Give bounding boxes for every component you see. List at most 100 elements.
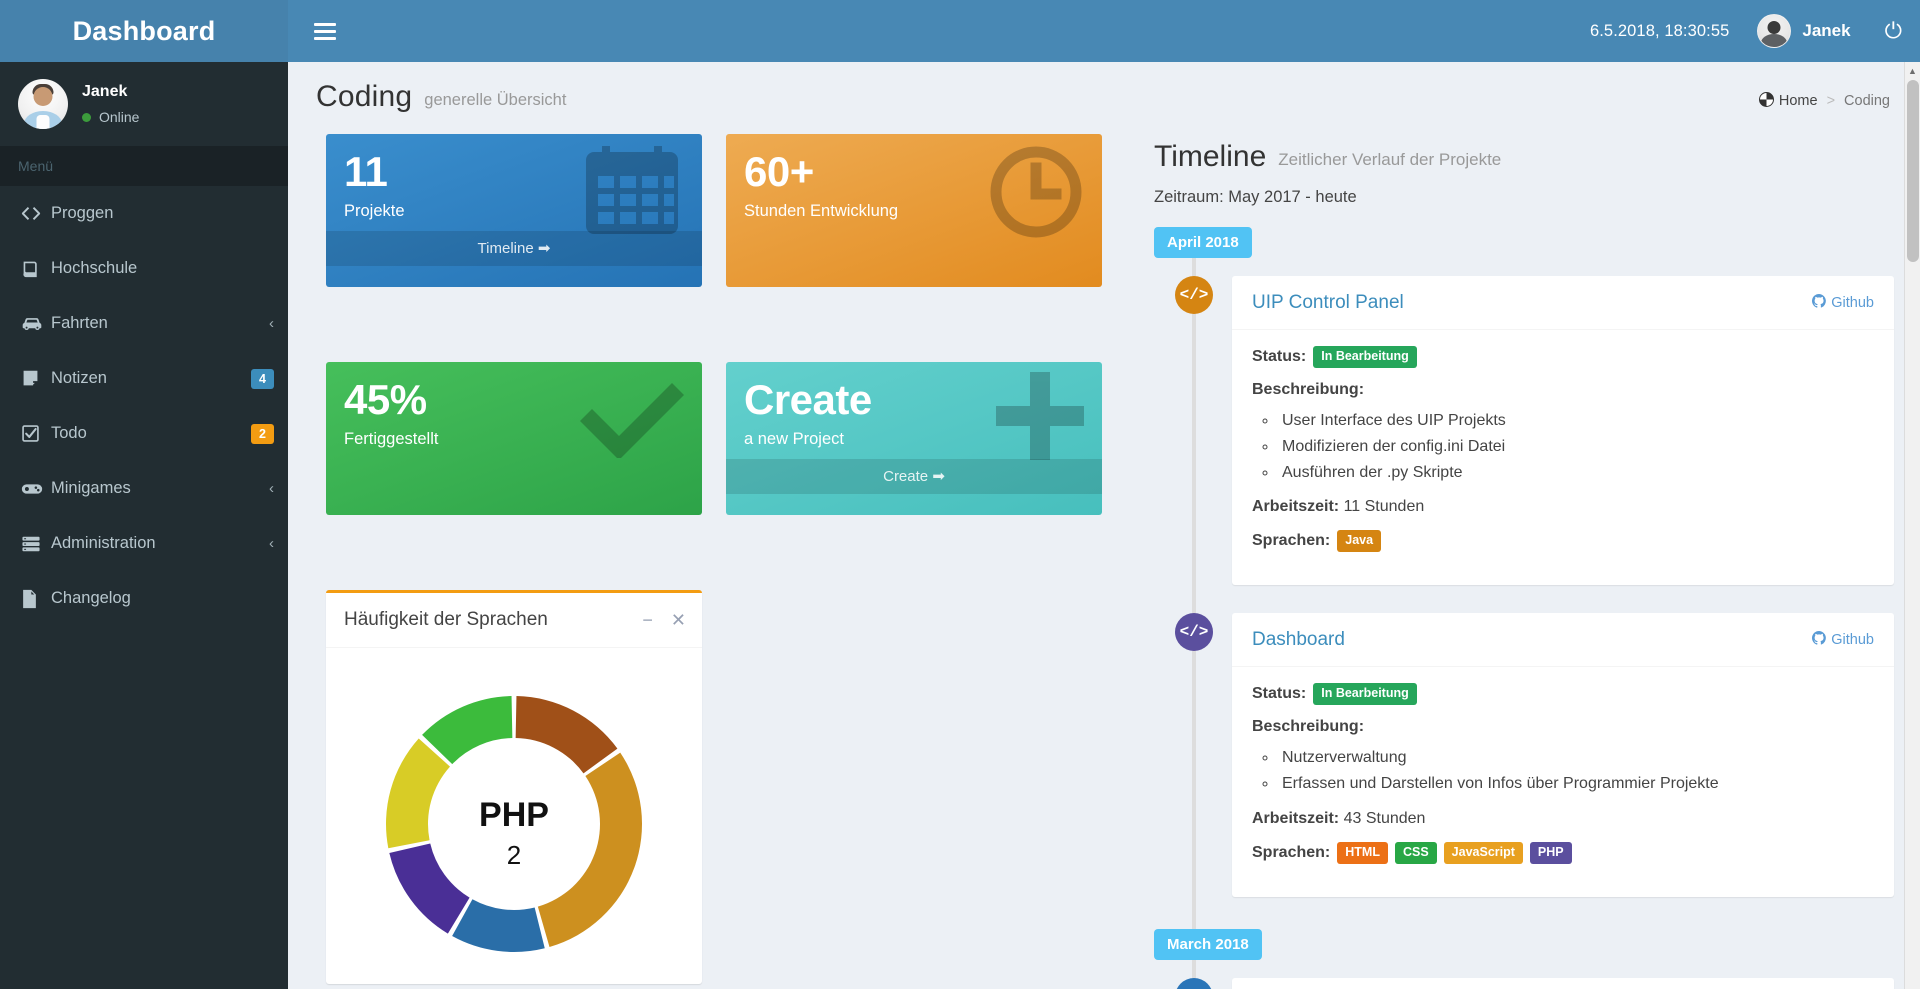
languages-row: Sprachen: Java	[1252, 530, 1874, 553]
hamburger-icon[interactable]	[308, 15, 342, 48]
sidebar-status-label: Online	[99, 109, 140, 125]
sidebar: Janek Online Menü Proggen Hochschule Fahrt…	[0, 62, 288, 989]
sidebar-item-label: Hochschule	[51, 259, 138, 277]
breadcrumb-current: Coding	[1844, 92, 1890, 109]
breadcrumb-home[interactable]: Home	[1758, 92, 1818, 109]
sidebar-avatar	[18, 79, 68, 129]
power-icon[interactable]: ⏻	[1877, 16, 1910, 46]
sidebar-item-todo[interactable]: Todo 2	[0, 406, 288, 461]
content-body: 11 Projekte Timeline ➡ 60+ Stunden Entwicklu…	[288, 134, 1920, 989]
stat-box-inner: 60+ Stunden Entwicklung	[726, 134, 1102, 231]
stat-box-fertiggestellt[interactable]: 45% Fertiggestellt	[326, 362, 702, 516]
sidebar-menu-list: Proggen Hochschule Fahrten ‹ Notizen 4 Todo 2 Mi…	[0, 186, 288, 626]
content-header: Coding generelle Übersicht Home > Coding	[288, 62, 1920, 134]
languages-label: Sprachen:	[1252, 843, 1331, 861]
navbar-username: Janek	[1802, 21, 1851, 40]
sidebar-item-administration[interactable]: Administration ‹	[0, 516, 288, 571]
language-tag: Java	[1337, 530, 1382, 553]
list-item: User Interface des UIP Projekts	[1278, 408, 1874, 434]
avatar	[1757, 14, 1792, 48]
worktime-row: Arbeitszeit: 11 Stunden	[1252, 498, 1874, 516]
donut-slice-yellow[interactable]	[386, 738, 450, 849]
stat-box-wrapper: 11 Projekte Timeline ➡	[314, 134, 714, 362]
worktime-label: Arbeitszeit:	[1252, 498, 1340, 516]
stat-box-label: a new Project	[744, 430, 844, 449]
github-icon	[1812, 631, 1827, 649]
gamepad-icon	[21, 482, 51, 496]
list-item: Modifizieren der config.ini Datei	[1278, 434, 1874, 460]
worktime-row: Arbeitszeit: 43 Stunden	[1252, 810, 1874, 828]
list-item: Ausführen der .py Skripte	[1278, 460, 1874, 486]
status-label: Status:	[1252, 685, 1307, 703]
timeline-card-header: UIPGithub	[1232, 978, 1894, 989]
sidebar-item-label: Administration	[51, 534, 156, 552]
timeline-card-title[interactable]: Dashboard	[1252, 629, 1345, 651]
close-icon[interactable]: ✕	[671, 611, 686, 629]
sidebar-item-label: Minigames	[51, 479, 131, 497]
breadcrumb-home-label: Home	[1778, 93, 1818, 109]
stat-box-label: Fertiggestellt	[344, 430, 439, 449]
page-title: Coding	[316, 80, 413, 113]
description-row: Beschreibung: NutzerverwaltungErfassen un…	[1252, 718, 1874, 797]
language-tag: PHP	[1529, 841, 1572, 864]
github-link[interactable]: Github	[1812, 294, 1874, 312]
sidebar-item-proggen[interactable]: Proggen	[0, 186, 288, 241]
donut-slice-gold[interactable]	[537, 752, 642, 948]
navbar-user[interactable]: Janek	[1757, 14, 1851, 48]
chart-panel-body: PHP 2	[326, 648, 702, 984]
scroll-up-arrow-icon[interactable]: ▲	[1905, 62, 1920, 79]
chart-panel-wrapper: Häufigkeit der Sprachen − ✕ PHP 2	[314, 590, 714, 989]
sidebar-item-changelog[interactable]: Changelog	[0, 571, 288, 626]
github-link[interactable]: Github	[1812, 631, 1874, 649]
breadcrumb-separator: >	[1826, 92, 1836, 109]
page-scrollbar[interactable]: ▲	[1904, 62, 1920, 989]
stat-box-stunden-entwicklung[interactable]: 60+ Stunden Entwicklung	[726, 134, 1102, 287]
stat-box-footer-link[interactable]: Create ➡	[726, 459, 1102, 495]
stat-box-value: 60+	[744, 148, 814, 195]
sidebar-item-fahrten[interactable]: Fahrten ‹	[0, 296, 288, 351]
languages-label: Sprachen:	[1252, 532, 1331, 550]
sidebar-item-label: Fahrten	[51, 314, 108, 332]
timeline-range: Zeitraum: May 2017 - heute	[1154, 188, 1357, 206]
sidebar-item-notizen[interactable]: Notizen 4	[0, 351, 288, 406]
donut-slice-brown[interactable]	[515, 696, 618, 774]
main-content: Coding generelle Übersicht Home > Coding…	[288, 62, 1920, 989]
github-icon	[1812, 294, 1827, 312]
donut-center-value: 2	[507, 840, 521, 870]
donut-slice-purple[interactable]	[389, 843, 470, 934]
status-badge: In Bearbeitung	[1313, 683, 1417, 705]
donut-chart[interactable]: PHP 2	[364, 674, 664, 974]
github-label: Github	[1831, 295, 1874, 311]
brand-logo[interactable]: Dashboard	[0, 0, 288, 62]
timeline: April 2018 </> UIP Control Panel Github Sta…	[1154, 227, 1894, 989]
sidebar-item-hochschule[interactable]: Hochschule	[0, 241, 288, 296]
sidebar-item-minigames[interactable]: Minigames ‹	[0, 461, 288, 516]
timeline-card-title[interactable]: UIP Control Panel	[1252, 292, 1404, 314]
timeline-card-header: Dashboard Github	[1232, 613, 1894, 668]
stat-box-a-new-project[interactable]: Create a new Project Create ➡	[726, 362, 1102, 516]
dashboard-icon	[1758, 92, 1774, 107]
sidebar-item-label: Todo	[51, 424, 87, 442]
timeline-card: UIPGithub	[1232, 977, 1894, 989]
stat-box-inner: 11 Projekte	[326, 134, 702, 231]
stat-box-label: Stunden Entwicklung	[744, 202, 899, 221]
timeline-month-label: March 2018	[1154, 928, 1262, 960]
donut-slice-blue[interactable]	[452, 899, 545, 953]
minimize-icon[interactable]: −	[642, 611, 653, 629]
scrollbar-thumb[interactable]	[1907, 80, 1919, 262]
donut-center-label: PHP	[479, 796, 549, 834]
worktime-value: 11 Stunden	[1343, 498, 1425, 516]
timeline-card: UIP Control Panel Github Status: In Bearbei…	[1232, 276, 1894, 586]
timeline-entry: </> UIP Control Panel Github Status: In Bear…	[1154, 276, 1894, 586]
stat-box-footer-link[interactable]: Timeline ➡	[326, 231, 702, 267]
note-icon	[21, 369, 51, 388]
sidebar-user-panel[interactable]: Janek Online	[0, 62, 288, 146]
timeline-card-body: Status: In Bearbeitung Beschreibung: Nutzer…	[1232, 667, 1894, 896]
stat-box-projekte[interactable]: 11 Projekte Timeline ➡	[326, 134, 702, 287]
sidebar-item-label: Changelog	[51, 589, 131, 607]
body-wrapper: Janek Online Menü Proggen Hochschule Fahrt…	[0, 62, 1920, 989]
stat-box-value: Create	[744, 376, 872, 424]
timeline-title-row: Timeline Zeitlicher Verlauf der Projekte	[1154, 140, 1894, 174]
left-column: 11 Projekte Timeline ➡ 60+ Stunden Entwicklu…	[314, 134, 1114, 989]
github-label: Github	[1831, 632, 1874, 649]
